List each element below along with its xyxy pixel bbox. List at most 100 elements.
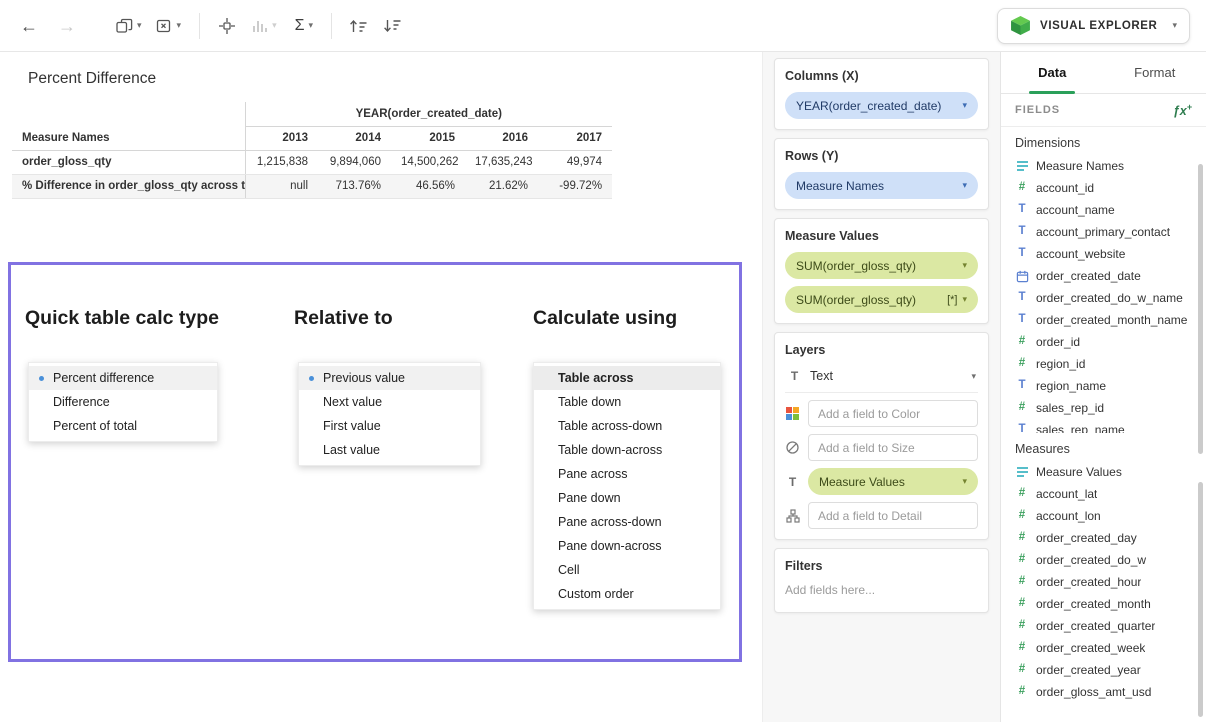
row-label[interactable]: % Difference in order_gloss_qty across t…: [12, 174, 245, 198]
field-item[interactable]: T account_primary_contact: [1001, 221, 1206, 243]
table-cell[interactable]: 49,974: [538, 150, 612, 174]
text-type-icon: T: [1015, 424, 1029, 433]
filters-shelf: Filters Add fields here...: [774, 548, 989, 613]
calc-using-option[interactable]: Pane across-down: [534, 510, 720, 534]
field-item[interactable]: # order_gloss_amt_usd: [1001, 681, 1206, 703]
rows-pill[interactable]: Measure Names ▾: [785, 172, 978, 199]
row-label[interactable]: order_gloss_qty: [12, 150, 245, 174]
relative-option[interactable]: Last value: [299, 438, 480, 462]
field-item[interactable]: # order_created_do_w: [1001, 549, 1206, 571]
sort-ascending-button[interactable]: [348, 18, 368, 34]
calc-option[interactable]: Percent of total: [29, 414, 217, 438]
field-item[interactable]: Measure Names: [1001, 155, 1206, 177]
column-header[interactable]: 2017: [538, 126, 612, 150]
field-name: order_id: [1036, 335, 1080, 349]
table-cell[interactable]: 21.62%: [465, 174, 538, 198]
clear-chart-button[interactable]: ▾: [156, 18, 182, 34]
field-item[interactable]: T account_name: [1001, 199, 1206, 221]
column-header[interactable]: 2014: [318, 126, 391, 150]
plus-glyph: +: [1187, 102, 1192, 112]
columns-pill[interactable]: YEAR(order_created_date) ▾: [785, 92, 978, 119]
measures-scrollbar[interactable]: [1198, 482, 1203, 717]
column-header[interactable]: 2016: [465, 126, 538, 150]
field-item[interactable]: # order_created_quarter: [1001, 615, 1206, 637]
add-formula-icon[interactable]: ƒx+: [1173, 102, 1192, 118]
calc-using-option[interactable]: Table down-across: [534, 438, 720, 462]
detail-field-input[interactable]: [808, 502, 978, 529]
field-item[interactable]: T account_website: [1001, 243, 1206, 265]
rows-shelf: Rows (Y) Measure Names ▾: [774, 138, 989, 210]
field-item[interactable]: # order_created_month: [1001, 593, 1206, 615]
field-item[interactable]: # sales_rep_id: [1001, 397, 1206, 419]
calc-using-option[interactable]: Table down: [534, 390, 720, 414]
field-item[interactable]: T sales_rep_name: [1001, 419, 1206, 433]
sort-descending-button[interactable]: [382, 18, 402, 34]
field-item[interactable]: order_created_date: [1001, 265, 1206, 287]
field-item[interactable]: T order_created_month_name: [1001, 309, 1206, 331]
option-label: Table across-down: [558, 419, 662, 433]
measure-pill[interactable]: SUM(order_gloss_qty) [*] ▾: [785, 286, 978, 313]
field-item[interactable]: # account_id: [1001, 177, 1206, 199]
option-label: Difference: [53, 395, 110, 409]
measure-pill[interactable]: SUM(order_gloss_qty) ▾: [785, 252, 978, 279]
filters-drop-zone[interactable]: Add fields here...: [785, 582, 978, 602]
field-item[interactable]: T region_name: [1001, 375, 1206, 397]
color-field-input[interactable]: [808, 400, 978, 427]
relative-option[interactable]: First value: [299, 414, 480, 438]
column-header[interactable]: 2015: [391, 126, 465, 150]
calc-using-option[interactable]: Table across: [534, 366, 720, 390]
table-cell[interactable]: 713.76%: [318, 174, 391, 198]
table-cell[interactable]: 17,635,243: [465, 150, 538, 174]
table-cell[interactable]: -99.72%: [538, 174, 612, 198]
calc-using-option[interactable]: Cell: [534, 558, 720, 582]
field-item[interactable]: # order_created_day: [1001, 527, 1206, 549]
field-item[interactable]: Measure Values: [1001, 461, 1206, 483]
dimensions-scrollbar[interactable]: [1198, 164, 1203, 454]
back-button[interactable]: ←: [20, 17, 38, 35]
calc-using-option[interactable]: Pane down-across: [534, 534, 720, 558]
tab-data[interactable]: Data: [1001, 52, 1104, 93]
field-item[interactable]: # region_id: [1001, 353, 1206, 375]
table-cell[interactable]: 1,215,838: [245, 150, 318, 174]
table-cell[interactable]: 46.56%: [391, 174, 465, 198]
text-shelf-pill[interactable]: Measure Values ▾: [808, 468, 978, 495]
calc-option[interactable]: Difference: [29, 390, 217, 414]
number-icon: #: [1015, 620, 1029, 632]
relative-option[interactable]: Previous value: [299, 366, 480, 390]
tab-format[interactable]: Format: [1104, 52, 1206, 93]
size-field-input[interactable]: [808, 434, 978, 461]
layer-type-select[interactable]: T Text ▾: [785, 366, 978, 393]
field-item[interactable]: # order_created_year: [1001, 659, 1206, 681]
text-type-icon: T: [1015, 226, 1029, 238]
field-item[interactable]: # order_created_week: [1001, 637, 1206, 659]
table-cell[interactable]: null: [245, 174, 318, 198]
selection-tool-button[interactable]: [218, 17, 236, 35]
field-item[interactable]: # order_id: [1001, 331, 1206, 353]
field-name: account_lon: [1036, 509, 1101, 523]
calc-using-option[interactable]: Pane across: [534, 462, 720, 486]
column-spanner: YEAR(order_created_date): [245, 102, 612, 126]
column-header[interactable]: 2013: [245, 126, 318, 150]
calc-using-option[interactable]: Table across-down: [534, 414, 720, 438]
duplicate-chart-button[interactable]: ▾: [116, 18, 142, 34]
field-item[interactable]: # order_created_hour: [1001, 571, 1206, 593]
field-item[interactable]: # account_lat: [1001, 483, 1206, 505]
relative-to-heading: Relative to: [294, 307, 393, 330]
calc-option[interactable]: Percent difference: [29, 366, 217, 390]
chevron-down-icon: ▾: [177, 21, 182, 30]
number-icon: #: [1015, 182, 1029, 194]
relative-option[interactable]: Next value: [299, 390, 480, 414]
visual-explorer-button[interactable]: VISUAL EXPLORER ▾: [997, 8, 1190, 44]
pill-label: SUM(order_gloss_qty): [796, 293, 947, 307]
field-item[interactable]: # account_lon: [1001, 505, 1206, 527]
table-cell[interactable]: 9,894,060: [318, 150, 391, 174]
aggregate-button[interactable]: Σ ▾: [295, 17, 313, 35]
field-item[interactable]: T order_created_do_w_name: [1001, 287, 1206, 309]
calc-using-option[interactable]: Custom order: [534, 582, 720, 606]
panel-tabs: Data Format: [1001, 52, 1206, 94]
table-cell[interactable]: 14,500,262: [391, 150, 465, 174]
option-label: Percent difference: [53, 371, 154, 385]
chevron-down-icon: ▾: [962, 261, 967, 270]
calc-using-option[interactable]: Pane down: [534, 486, 720, 510]
column-header[interactable]: Measure Names: [12, 126, 245, 150]
